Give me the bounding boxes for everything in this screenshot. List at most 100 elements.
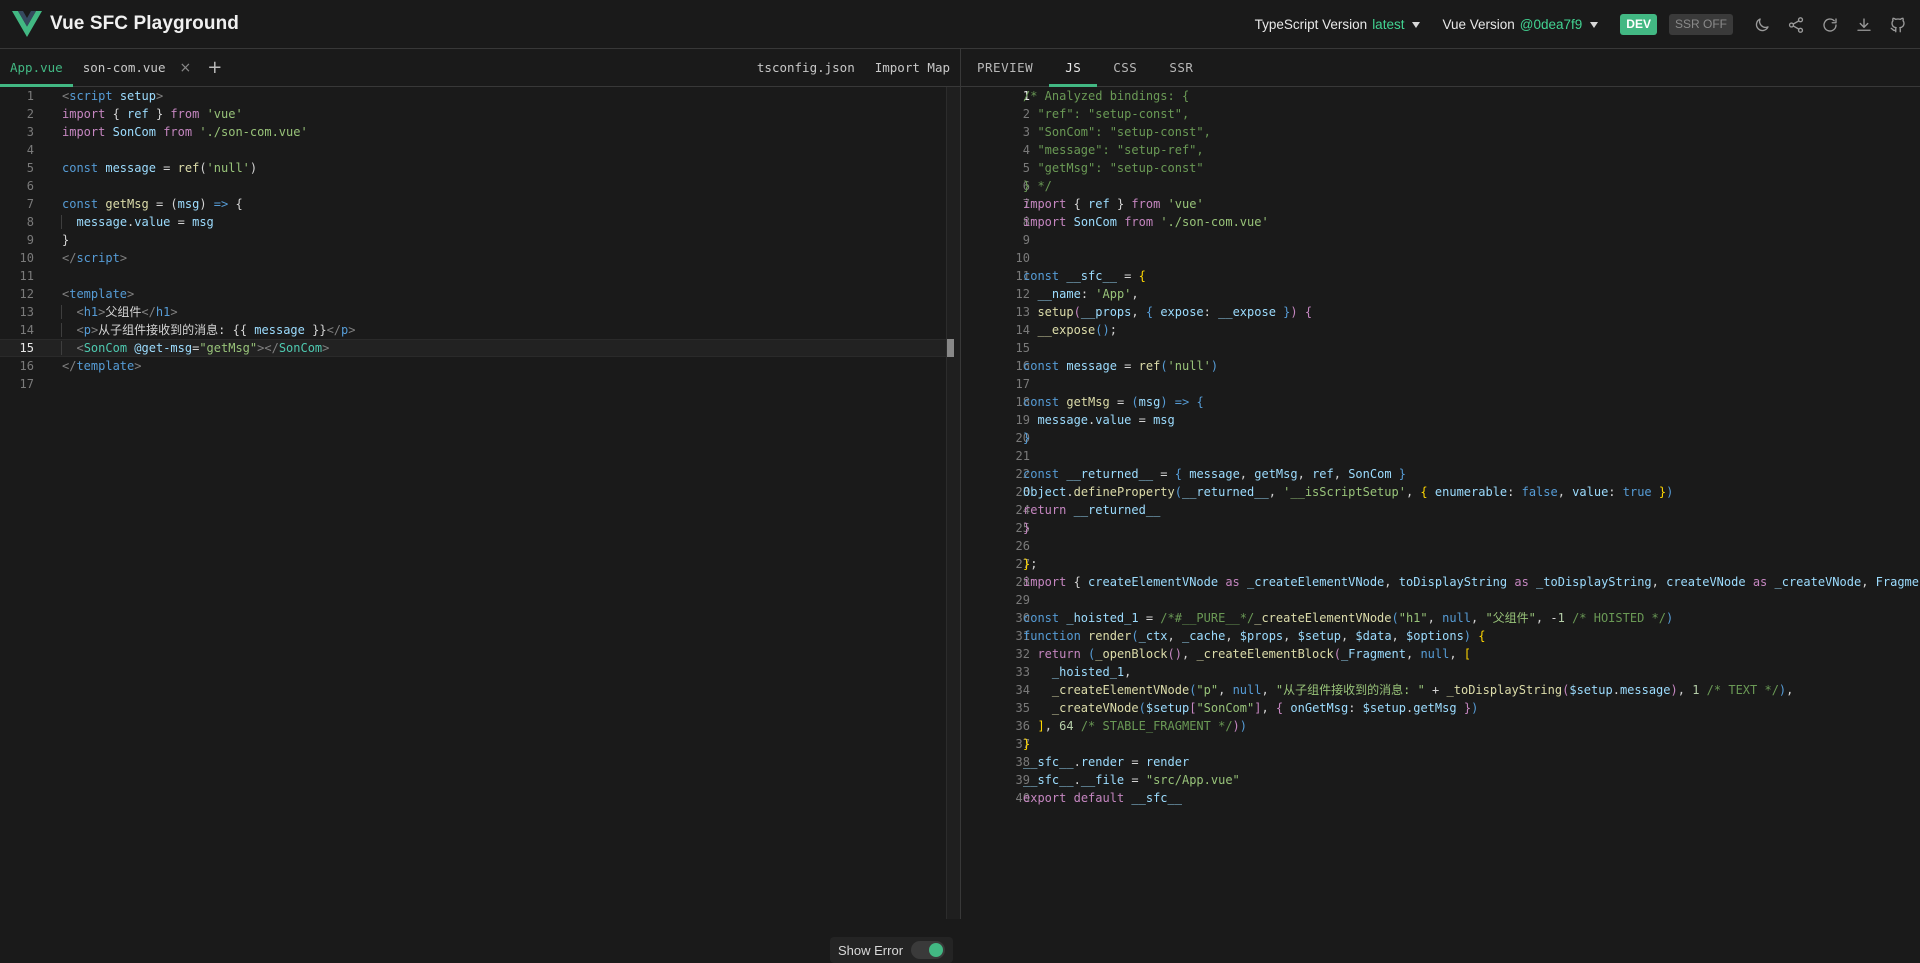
code-token: =>: [1174, 395, 1190, 409]
code-token: 'vue': [1167, 197, 1204, 211]
code-line: 38 __sfc__.render = render: [961, 753, 1920, 771]
moon-icon[interactable]: [1752, 15, 1772, 35]
tab-ssr[interactable]: SSR: [1153, 49, 1209, 86]
brand[interactable]: Vue SFC Playground: [12, 11, 239, 37]
code-token: getMsg: [1413, 701, 1457, 715]
code-token: import: [1023, 575, 1067, 589]
code-token: {: [1275, 701, 1284, 715]
line-number: 15: [19, 341, 34, 355]
code-token: }: [1023, 431, 1031, 445]
file-tab-son-com-vue[interactable]: son-com.vue ×: [73, 49, 202, 86]
code-line: 4: [0, 141, 946, 159]
tab-preview[interactable]: PREVIEW: [961, 49, 1049, 86]
code-token: /* Analyzed bindings: {: [1023, 89, 1190, 103]
code-token: $setup: [1362, 701, 1406, 715]
code-line: 27};: [961, 555, 1920, 573]
code-token: _createElementBlock: [1196, 647, 1334, 661]
code-token: [61, 341, 70, 355]
dev-toggle[interactable]: DEV: [1620, 14, 1657, 35]
code-token: >: [134, 359, 142, 373]
download-icon[interactable]: [1854, 15, 1874, 35]
code-token: message: [254, 323, 305, 337]
code-line: 26: [961, 537, 1920, 555]
file-tab-label: App.vue: [10, 60, 63, 75]
toggle-switch[interactable]: [911, 941, 946, 959]
code-token: 'App': [1095, 287, 1132, 301]
code-token: >: [155, 89, 164, 103]
code-line: 13 <h1>父组件</h1>: [0, 303, 946, 321]
code-token: ]: [1037, 719, 1045, 733]
code-text: }: [1023, 429, 1030, 447]
line-number: 18: [1015, 395, 1030, 409]
code-text: }: [62, 233, 70, 247]
code-text: setup(__props, { expose: __expose }) {: [1037, 305, 1313, 319]
code-line: 7 import { ref } from 'vue': [961, 195, 1920, 213]
code-text: <h1>父组件</h1>: [61, 303, 178, 321]
code-token: "h1": [1398, 611, 1428, 625]
code-token: (: [1131, 395, 1139, 409]
line-number: 7: [1022, 197, 1030, 211]
tab-import-map[interactable]: Import Map: [875, 60, 950, 75]
reload-icon[interactable]: [1820, 15, 1840, 35]
code-token: msg: [192, 215, 214, 229]
code-token: render: [1145, 755, 1190, 769]
line-number: 36: [1015, 719, 1030, 733]
line-number: 14: [1015, 323, 1030, 337]
code-token: {: [1304, 305, 1313, 319]
file-tab-app-vue[interactable]: App.vue: [0, 49, 73, 87]
code-token: "getMsg": [199, 341, 258, 355]
add-file-button[interactable]: +: [201, 49, 232, 86]
code-text: "ref": "setup-const",: [1023, 105, 1189, 123]
code-token: return: [1037, 647, 1081, 661]
line-number: 20: [1015, 431, 1030, 445]
code-token: enumerable: [1434, 485, 1508, 499]
code-text: import SonCom from './son-com.vue': [1023, 213, 1269, 231]
code-token: "p": [1196, 683, 1219, 697]
code-token: "父组件": [1485, 611, 1536, 625]
code-line: 17: [0, 375, 946, 393]
code-token: as: [1514, 575, 1529, 589]
editor-scrollbar-thumb[interactable]: [947, 339, 954, 357]
code-token: export: [1023, 791, 1067, 805]
github-icon[interactable]: [1888, 15, 1908, 35]
vue-version-select[interactable]: Vue Version @0dea7f9: [1442, 17, 1599, 32]
code-line: 39 __sfc__.__file = "src/App.vue": [961, 771, 1920, 789]
tab-tsconfig[interactable]: tsconfig.json: [757, 60, 855, 75]
code-token: ></: [257, 341, 279, 355]
tab-js[interactable]: JS: [1049, 49, 1098, 87]
code-text: const __sfc__ = {: [1023, 269, 1146, 283]
file-tab-label: son-com.vue: [82, 60, 166, 75]
code-line: 24 return __returned__: [961, 501, 1920, 519]
code-token: __sfc__: [1131, 791, 1182, 805]
code-text: const message = ref('null'): [1023, 359, 1219, 373]
code-line: 21: [961, 447, 1920, 465]
code-token: ): [1670, 683, 1678, 697]
code-token: expose: [1160, 305, 1204, 319]
code-token: __returned__: [1066, 467, 1154, 481]
code-token: </: [326, 323, 342, 337]
typescript-version-select[interactable]: TypeScript Version latest: [1255, 17, 1421, 32]
compiled-js-output[interactable]: 1/* Analyzed bindings: { 2 "ref": "setup…: [961, 87, 1920, 807]
code-token: 'vue': [206, 107, 243, 121]
code-line: 17: [961, 375, 1920, 393]
code-token: return: [1023, 503, 1067, 517]
code-token: /* TEXT */: [1706, 683, 1779, 697]
code-line: 25}: [961, 519, 1920, 537]
code-token: (: [1131, 629, 1139, 643]
tab-css[interactable]: CSS: [1097, 49, 1153, 86]
code-token: message: [1619, 683, 1671, 697]
code-token: _hoisted_1: [1051, 665, 1125, 679]
code-line: 28 import { createElementVNode as _create…: [961, 573, 1920, 591]
show-error-toggle[interactable]: Show Error: [830, 937, 954, 963]
editor-scrollbar-track[interactable]: [946, 87, 961, 919]
close-icon[interactable]: ×: [179, 60, 191, 76]
line-number: 8: [1022, 215, 1030, 229]
ssr-toggle[interactable]: SSR OFF: [1668, 14, 1733, 35]
line-number: 4: [1022, 143, 1030, 157]
share-icon[interactable]: [1786, 15, 1806, 35]
code-token: '__isScriptSetup': [1283, 485, 1406, 499]
source-editor[interactable]: 1 <script setup> 2 import { ref } from 'vu…: [0, 87, 946, 393]
code-token: ref: [177, 161, 200, 175]
code-line: 23 Object.defineProperty(__returned__, '_…: [961, 483, 1920, 501]
code-token: ): [1665, 611, 1674, 625]
